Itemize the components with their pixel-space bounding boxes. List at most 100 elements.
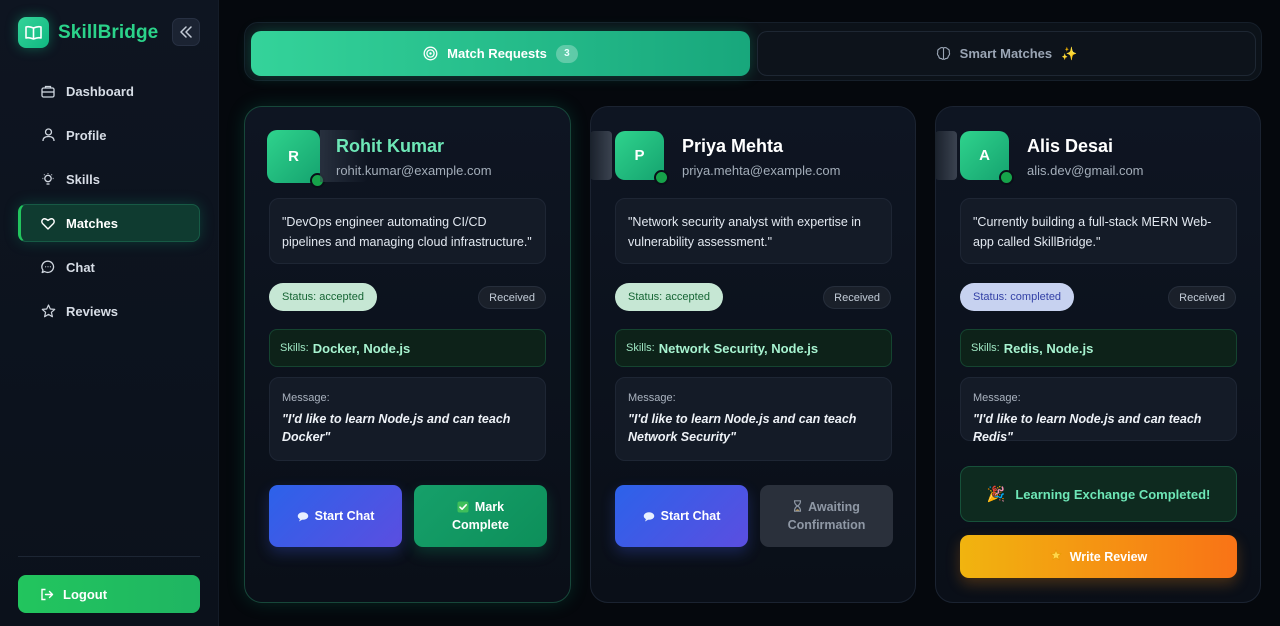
sidebar-item-label: Dashboard [66,83,134,99]
button-label: Write Review [1069,549,1148,564]
exchange-completed-banner: 🎉 Learning Exchange Completed! [960,466,1237,522]
logout-button[interactable]: Logout [18,575,200,613]
awaiting-confirmation-button[interactable]: Awaiting Confirmation [760,485,893,547]
sidebar-item-label: Chat [66,259,95,275]
user-email: rohit.kumar@example.com [336,163,492,178]
user-bio: "DevOps engineer automating CI/CD pipeli… [269,198,546,264]
user-email: alis.dev@gmail.com [1027,163,1144,178]
party-popper-icon: 🎉 [986,486,1006,503]
chevrons-left-icon [180,26,192,38]
user-name: Priya Mehta [682,136,784,156]
message-box: Message: "I'd like to learn Node.js and … [960,377,1237,444]
start-chat-button[interactable]: Start Chat [615,485,748,547]
sidebar-item-profile[interactable]: Profile [18,116,200,154]
sidebar-item-matches[interactable]: Matches [18,204,200,242]
collapse-sidebar-button[interactable] [172,18,200,46]
skills-value: Redis, Node.js [1003,340,1094,356]
sidebar-item-reviews[interactable]: Reviews [18,292,200,330]
direction-badge: Received [823,286,891,309]
sidebar-item-label: Matches [66,215,119,231]
skills-box: Skills: Redis, Node.js [960,329,1237,367]
speech-bubble-icon [643,511,655,522]
dashboard-icon [40,83,56,99]
card-edge-glow [935,131,957,180]
tab-label: Match Requests [447,46,547,61]
user-icon [40,127,56,143]
banner-label: Learning Exchange Completed! [1015,486,1211,502]
user-name: Alis Desai [1027,136,1114,156]
online-status-dot [999,170,1014,185]
online-status-dot [654,170,669,185]
sidebar-item-label: Reviews [66,303,119,319]
divider [18,556,200,557]
brain-icon [936,46,951,61]
user-bio: "Currently building a full-stack MERN We… [960,198,1237,264]
skills-box: Skills: Network Security, Node.js [615,329,892,367]
request-count-badge: 3 [555,44,578,63]
sparkles-icon: ✨ [1061,45,1078,61]
speech-bubble-icon [297,511,309,522]
mark-complete-button[interactable]: Mark Complete [414,485,547,547]
skills-value: Docker, Node.js [312,340,411,356]
avatar: P [615,131,669,185]
sidebar-item-dashboard[interactable]: Dashboard [18,72,200,110]
write-review-button[interactable]: Write Review [960,535,1237,578]
message-label: Message: [973,392,1021,404]
button-label: Start Chat [314,509,375,523]
match-tabs: Match Requests 3 Smart Matches ✨ [244,22,1262,81]
match-card: A Alis Desai alis.dev@gmail.com "Current… [935,106,1261,603]
status-badge: Status: accepted [615,283,723,311]
check-box-icon [457,501,469,513]
avatar-initial: P [634,147,645,164]
skills-label: Skills: [971,342,1000,354]
heart-icon [40,215,56,231]
match-card: P Priya Mehta priya.mehta@example.com "N… [590,106,916,603]
skills-label: Skills: [280,342,309,354]
lightbulb-icon [40,171,56,187]
brand[interactable]: SkillBridge [18,17,158,48]
button-label-wrap: Mark Complete [436,498,526,534]
tab-match-requests[interactable]: Match Requests 3 [251,31,750,76]
status-badge: Status: completed [960,283,1075,311]
sidebar-item-chat[interactable]: Chat [18,248,200,286]
skills-label: Skills: [626,342,655,354]
avatar-initial: A [979,147,990,164]
tab-label: Smart Matches [959,46,1053,61]
sidebar: SkillBridge Dashboard Profile Skills Mat… [0,0,219,626]
status-badge: Status: accepted [269,283,377,311]
star-icon [40,303,56,319]
brand-name: SkillBridge [58,21,159,43]
message-box: Message: "I'd like to learn Node.js and … [615,377,892,461]
message-text: "I'd like to learn Node.js and can teach… [282,412,511,444]
direction-badge: Received [1168,286,1236,309]
sidebar-item-skills[interactable]: Skills [18,160,200,198]
target-icon [423,46,438,61]
avatar: A [960,131,1014,185]
star-icon [1049,549,1062,564]
card-edge-glow [590,131,612,180]
button-label-wrap: Awaiting Confirmation [777,498,877,534]
user-bio: "Network security analyst with expertise… [615,198,892,264]
avatar-initial: R [288,148,299,165]
message-text: "I'd like to learn Node.js and can teach… [628,412,857,444]
user-email: priya.mehta@example.com [682,163,841,178]
sidebar-nav: Dashboard Profile Skills Matches Chat Re… [18,72,200,336]
start-chat-button[interactable]: Start Chat [269,485,402,547]
button-label: Start Chat [660,509,721,523]
sidebar-item-label: Skills [66,171,100,187]
book-icon [18,17,49,48]
match-card: R Rohit Kumar rohit.kumar@example.com "D… [244,106,571,603]
user-name: Rohit Kumar [336,136,444,156]
logout-label: Logout [63,586,108,602]
chat-bubble-icon [40,259,56,275]
avatar: R [267,130,325,188]
sidebar-item-label: Profile [66,127,107,143]
direction-badge: Received [478,286,546,309]
message-text: "I'd like to learn Node.js and can teach… [973,412,1202,444]
message-box: Message: "I'd like to learn Node.js and … [269,377,546,461]
hourglass-icon [793,500,802,512]
logout-icon [40,588,54,601]
skills-value: Network Security, Node.js [658,340,819,356]
tab-smart-matches[interactable]: Smart Matches ✨ [757,31,1256,76]
skills-box: Skills: Docker, Node.js [269,329,546,367]
